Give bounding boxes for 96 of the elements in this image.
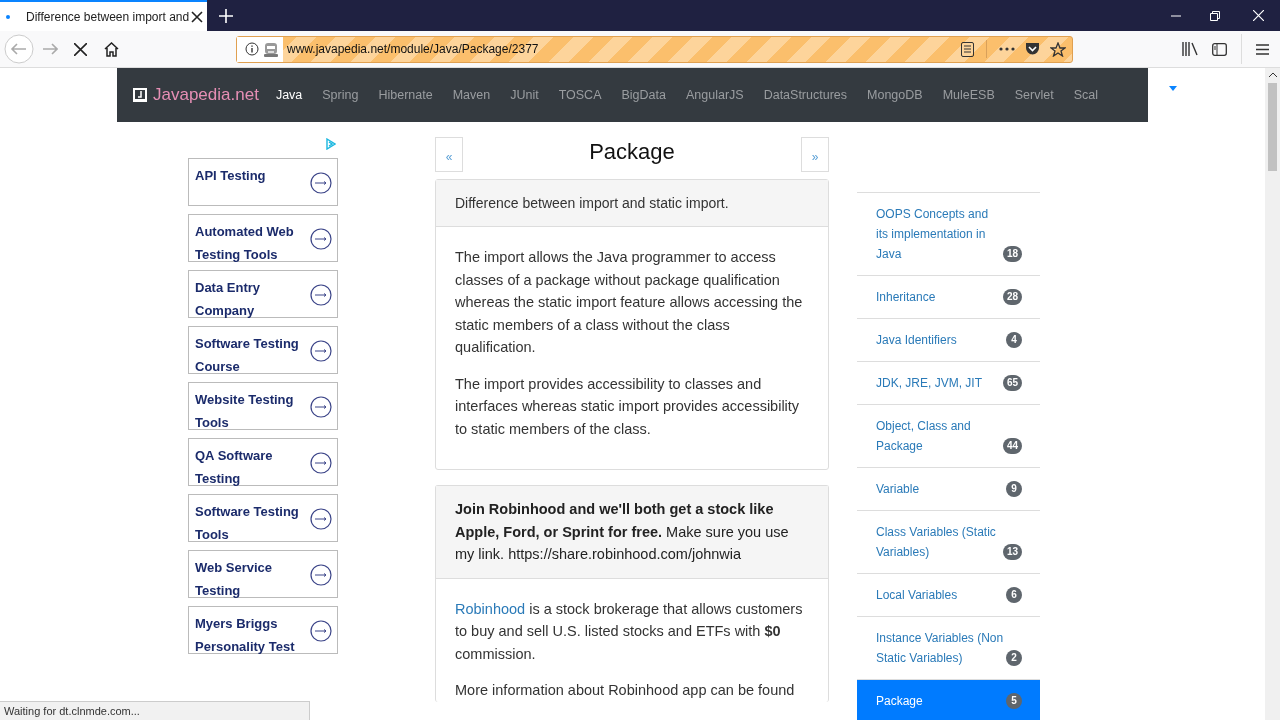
- count-badge: 5: [1006, 693, 1022, 709]
- count-badge: 18: [1002, 246, 1022, 262]
- nav-link[interactable]: DataStructures: [753, 85, 858, 105]
- arrow-circle-icon: [310, 508, 332, 530]
- nav-link[interactable]: BigData: [611, 85, 676, 105]
- pocket-icon[interactable]: [1025, 42, 1040, 56]
- count-badge: 28: [1002, 289, 1022, 305]
- nav-link[interactable]: AngularJS: [675, 85, 754, 105]
- arrow-circle-icon: [310, 564, 332, 586]
- book-icon: [133, 88, 147, 102]
- topic-label: JDK, JRE, JVM, JIT: [876, 375, 983, 392]
- ad-link[interactable]: Website Testing Tools: [188, 382, 338, 430]
- robot-icon[interactable]: [263, 41, 279, 57]
- nav-link[interactable]: TOSCA: [548, 85, 612, 105]
- arrow-circle-icon: [310, 340, 332, 362]
- topic-label: Java Identifiers: [876, 332, 958, 349]
- topic-label: Class Variables (Static Variables): [876, 524, 997, 561]
- topic-item[interactable]: JDK, JRE, JVM, JIT 65: [857, 362, 1040, 405]
- answer-paragraph: The import allows the Java programmer to access classes of a package without package qualification whereas the static import feature allows accessing the static members of a class without the class qualification.: [455, 248, 804, 357]
- promo-description: Robinhood is a stock brokerage that allows customers to buy and sell U.S. listed stocks and ETFs with $0 commission.: [455, 599, 804, 664]
- ad-link[interactable]: API Testing: [188, 158, 338, 206]
- count-badge: 44: [1002, 438, 1022, 454]
- sidebar-icon[interactable]: [1212, 42, 1227, 56]
- nav-link[interactable]: MuleESB: [932, 85, 1005, 105]
- arrow-circle-icon: [310, 172, 332, 194]
- promo-text: Join Robinhood and we'll both get a stock like Apple, Ford, or Sprint for free. Make sure you use my link. https://share.robinhood.com/johnwia: [436, 486, 828, 579]
- scrollbar-thumb[interactable]: [1268, 83, 1277, 171]
- ad-link[interactable]: Myers Briggs Personality Test: [188, 606, 338, 654]
- count-badge: 65: [1002, 375, 1022, 391]
- nav-link[interactable]: JUnit: [500, 85, 549, 105]
- topic-label: Variable: [876, 481, 921, 498]
- robinhood-link[interactable]: Robinhood: [455, 600, 526, 617]
- arrow-circle-icon: [310, 228, 332, 250]
- library-icon[interactable]: [1182, 42, 1198, 56]
- new-tab-icon[interactable]: [219, 8, 233, 23]
- topic-label: Object, Class and Package: [876, 418, 972, 455]
- nav-link[interactable]: Hibernate: [368, 85, 443, 105]
- ad-link[interactable]: Automated Web Testing Tools: [188, 214, 338, 262]
- site-logo[interactable]: Javapedia.net: [153, 82, 259, 108]
- restore-icon[interactable]: [1210, 10, 1220, 21]
- caret-icon[interactable]: [1169, 86, 1177, 91]
- topic-item[interactable]: Inheritance 28: [857, 276, 1040, 319]
- ad-link[interactable]: Web Service Testing: [188, 550, 338, 598]
- nav-link[interactable]: Scal: [1063, 85, 1108, 105]
- next-button[interactable]: »: [801, 137, 829, 172]
- topic-item[interactable]: Java Identifiers 4: [857, 319, 1040, 362]
- question-text: Difference between import and static import.: [436, 180, 828, 227]
- topic-label: OOPS Concepts and its implementation in Java: [876, 206, 990, 263]
- tab-title: Difference between import and: [26, 8, 189, 26]
- topic-item[interactable]: Variable 9: [857, 468, 1040, 511]
- topic-label: Local Variables: [876, 587, 959, 604]
- count-badge: 13: [1002, 544, 1022, 560]
- arrow-circle-icon: [310, 452, 332, 474]
- topic-item[interactable]: Object, Class and Package 44: [857, 405, 1040, 468]
- scrollbar[interactable]: [1265, 68, 1280, 720]
- page-title: Package: [588, 138, 676, 166]
- topic-label: Package: [876, 693, 924, 710]
- menu-icon[interactable]: [1256, 43, 1269, 55]
- topic-item[interactable]: Package 5: [857, 680, 1040, 720]
- answer-paragraph: The import provides accessibility to classes and interfaces whereas static import provides accessibility to static members of the class.: [455, 374, 801, 439]
- count-badge: 6: [1006, 587, 1022, 603]
- ad-link[interactable]: QA Software Testing: [188, 438, 338, 486]
- promo-text: More information about Robinhood app can be found: [455, 681, 796, 700]
- count-badge: 9: [1006, 481, 1022, 497]
- previous-button[interactable]: «: [435, 137, 463, 172]
- topic-item[interactable]: Class Variables (Static Variables) 13: [857, 511, 1040, 574]
- topic-label: Instance Variables (Non Static Variables): [876, 630, 1004, 667]
- address-bar[interactable]: www.javapedia.net/module/Java/Package/2377: [236, 35, 1073, 63]
- count-badge: 2: [1006, 650, 1022, 666]
- scroll-up-icon[interactable]: [1268, 72, 1277, 77]
- ad-link[interactable]: Software Testing Tools: [188, 494, 338, 542]
- close-icon[interactable]: [191, 10, 203, 23]
- stop-icon[interactable]: [74, 42, 87, 56]
- home-icon[interactable]: [104, 41, 119, 57]
- nav-link[interactable]: Maven: [442, 85, 501, 105]
- url-text: www.javapedia.net/module/Java/Package/2377: [287, 41, 539, 58]
- reader-view-icon[interactable]: [961, 41, 974, 57]
- more-icon[interactable]: [999, 47, 1015, 51]
- ad-link[interactable]: Software Testing Course: [188, 326, 338, 374]
- minimize-icon[interactable]: [1171, 14, 1181, 17]
- nav-link[interactable]: MongoDB: [857, 85, 933, 105]
- topic-item[interactable]: Local Variables 6: [857, 574, 1040, 617]
- ad-link[interactable]: Data Entry Company: [188, 270, 338, 318]
- nav-link[interactable]: Servlet: [1004, 85, 1064, 105]
- topic-item[interactable]: OOPS Concepts and its implementation in Java 18: [857, 193, 1040, 276]
- arrow-circle-icon: [310, 284, 332, 306]
- arrow-circle-icon: [310, 620, 332, 642]
- browser-tab[interactable]: Difference between import and: [0, 0, 207, 31]
- status-text: Waiting for dt.clnmde.com...: [0, 701, 310, 720]
- count-badge: 4: [1006, 332, 1022, 348]
- star-icon[interactable]: [1050, 41, 1066, 57]
- topic-label: Inheritance: [876, 289, 937, 306]
- nav-link[interactable]: Spring: [312, 85, 369, 105]
- arrow-circle-icon: [310, 396, 332, 418]
- info-icon[interactable]: [245, 42, 259, 56]
- nav-link[interactable]: Java: [265, 85, 313, 105]
